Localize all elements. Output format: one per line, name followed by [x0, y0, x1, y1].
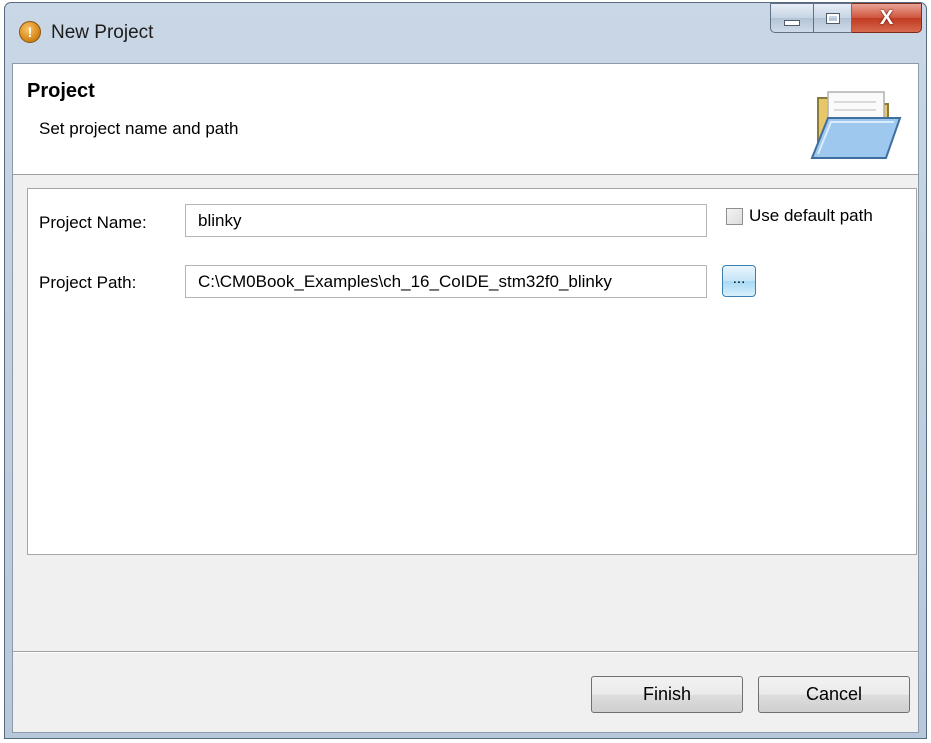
wizard-banner: Project Set project name and path: [13, 64, 918, 175]
banner-description: Set project name and path: [39, 119, 239, 138]
maximize-icon: [825, 12, 840, 24]
banner-title: Project: [27, 80, 95, 102]
project-name-label: Project Name:: [39, 213, 147, 232]
caption-buttons: X: [770, 3, 922, 35]
window-title: New Project: [51, 22, 154, 43]
cancel-button[interactable]: Cancel: [758, 676, 910, 713]
project-path-label: Project Path:: [39, 273, 137, 292]
project-path-input[interactable]: C:\CM0Book_Examples\ch_16_CoIDE_stm32f0_…: [185, 265, 707, 298]
browse-button[interactable]: ...: [722, 265, 756, 297]
project-settings-panel: Project Name: blinky Use default path Pr…: [27, 188, 917, 555]
dialog-client-area: Project Set project name and path Projec…: [12, 63, 919, 733]
maximize-button[interactable]: [814, 3, 852, 33]
use-default-path-label[interactable]: Use default path: [749, 206, 873, 226]
finish-button[interactable]: Finish: [591, 676, 743, 713]
title-bar[interactable]: ! New Project X: [5, 3, 926, 63]
button-bar-separator: [13, 651, 918, 653]
minimize-icon: [784, 20, 800, 26]
app-icon: !: [19, 21, 41, 43]
close-button[interactable]: X: [852, 3, 922, 33]
open-folder-icon: [810, 91, 902, 159]
new-project-dialog: ! New Project X Project Set project name…: [4, 2, 927, 739]
minimize-button[interactable]: [770, 3, 814, 33]
project-name-input[interactable]: blinky: [185, 204, 707, 237]
use-default-path-checkbox[interactable]: [726, 207, 743, 225]
close-icon: X: [879, 6, 894, 29]
use-default-path-option[interactable]: Use default path: [726, 206, 873, 226]
